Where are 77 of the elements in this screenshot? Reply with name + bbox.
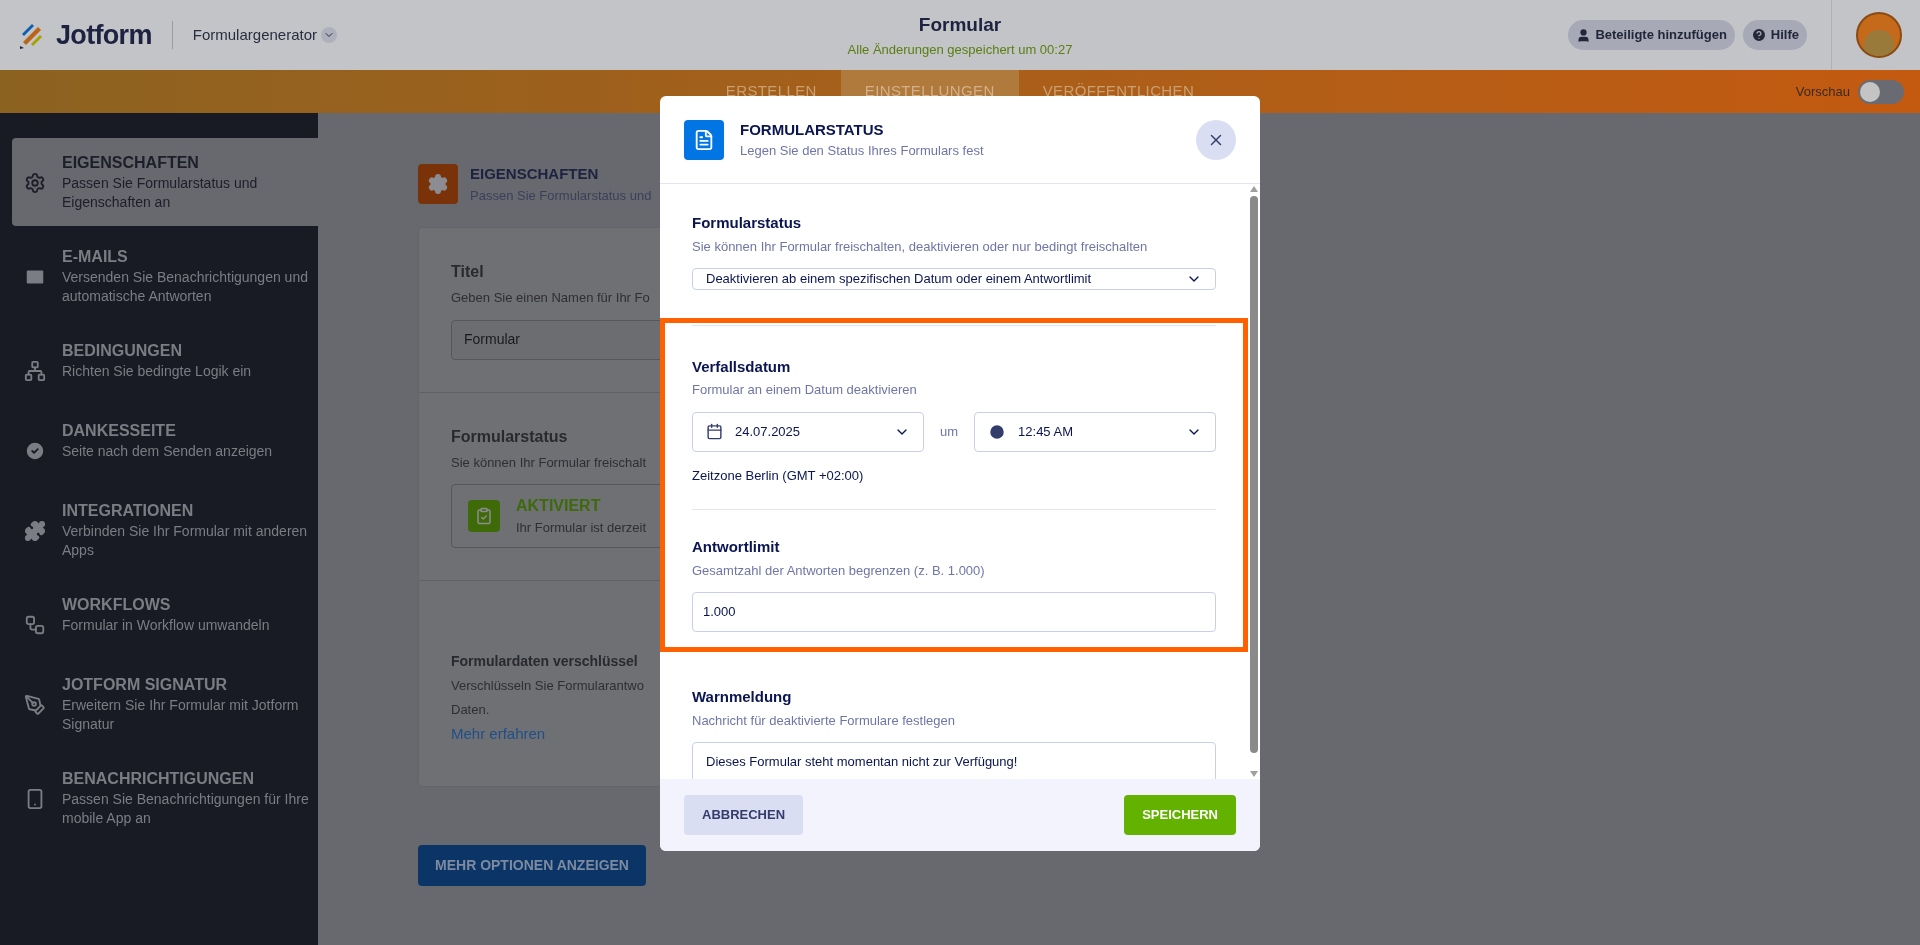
section-title: EIGENSCHAFTEN — [470, 164, 600, 184]
field-description: Daten. — [451, 700, 490, 719]
connector-text: um — [939, 422, 960, 441]
status-text: Ihr Formular ist derzeit — [516, 519, 647, 538]
document-icon — [693, 128, 715, 151]
form-check-icon — [468, 500, 500, 532]
field-description: Verschlüsseln Sie Formularantwo — [451, 677, 644, 695]
field-description: Gesamtzahl der Antworten begrenzen (z. B. 1.000) — [692, 561, 985, 580]
field-description: Sie können Ihr Formular freischalt — [451, 453, 647, 472]
field-description: Nachricht für deaktivierte Formulare festlegen — [692, 711, 955, 730]
scroll-down-icon[interactable] — [1250, 771, 1258, 777]
save-button[interactable]: SPEICHERN — [1124, 795, 1236, 835]
close-button[interactable] — [1196, 119, 1236, 160]
timezone-text: Zeitzone Berlin (GMT +02:00) — [692, 466, 865, 485]
product-dropdown[interactable]: Formulargenerator — [192, 23, 337, 47]
field-description: Sie können Ihr Formular freischalten, deaktivieren oder nur bedingt freischalten — [692, 237, 1148, 256]
preview-label: Vorschau — [1795, 82, 1850, 101]
sidebar-item-title: JOTFORM SIGNATUR — [62, 675, 229, 695]
check-circle-icon — [24, 440, 46, 462]
sidebar-item[interactable]: BEDINGUNGEN Richten Sie bedingte Logik ein — [12, 326, 318, 400]
sidebar-item-title: E-MAILS — [62, 247, 129, 267]
field-label: Formularstatus — [451, 426, 568, 447]
form-title: Formular — [918, 13, 1002, 37]
chevron-icon — [321, 27, 337, 43]
status-label: AKTIVIERT — [516, 496, 602, 517]
hierarchy-icon — [24, 360, 46, 382]
pen-icon — [24, 694, 46, 716]
sidebar-item-description: Richten Sie bedingte Logik ein — [62, 362, 252, 381]
sidebar-item-title: BEDINGUNGEN — [62, 341, 183, 361]
time-picker[interactable]: 12:45 AM — [974, 411, 1216, 452]
help-button[interactable]: Hilfe — [1742, 20, 1807, 50]
field-description: Geben Sie einen Namen für Ihr Fo — [451, 289, 650, 307]
date-picker[interactable]: 24.07.2025 — [692, 411, 924, 452]
help-icon — [1750, 27, 1767, 43]
scroll-up-icon[interactable] — [1250, 186, 1258, 192]
sidebar-item[interactable]: BENACHRICHTIGUNGEN Passen Sie Benachrichtigungen für Ihre mobile App an — [12, 754, 318, 842]
sidebar-item-title: DANKESSEITE — [62, 421, 177, 441]
gear-icon — [24, 172, 46, 194]
sidebar-item-description: Seite nach dem Senden anzeigen — [62, 442, 273, 461]
sidebar-item-title: INTEGRATIONEN — [62, 501, 195, 521]
limit-field[interactable]: 1.000 — [692, 592, 1216, 632]
share-button[interactable]: Beteiligte hinzufügen — [1568, 20, 1735, 50]
field-description: Formular an einem Datum deaktivieren — [692, 381, 917, 399]
calendar-icon — [706, 423, 723, 440]
more-options-button[interactable]: MEHR OPTIONEN ANZEIGEN — [418, 844, 646, 886]
sidebar-item[interactable]: DANKESSEITE Seite nach dem Senden anzeigen — [12, 406, 318, 480]
preview-toggle[interactable] — [1858, 79, 1904, 104]
sidebar-item-title: BENACHRICHTIGUNGEN — [62, 769, 255, 789]
sidebar-item[interactable]: EIGENSCHAFTEN Passen Sie Formularstatus und Eigenschaften an — [12, 138, 318, 226]
sidebar-item-description: Passen Sie Benachrichtigungen für Ihre mobile App an — [62, 790, 310, 828]
sidebar-item-title: EIGENSCHAFTEN — [62, 153, 200, 173]
sidebar-item[interactable]: JOTFORM SIGNATUR Erweitern Sie Ihr Formular mit Jotform Signatur — [12, 660, 318, 748]
modal-subtitle: Legen Sie den Status Ihres Formulars fest — [740, 142, 985, 160]
user-icon — [1576, 27, 1592, 43]
save-status: Alle Änderungen gespeichert um 00:27 — [847, 40, 1073, 59]
sidebar-item-description: Passen Sie Formularstatus und Eigenschaften an — [62, 174, 259, 212]
status-dropdown[interactable]: Deaktivieren ab einem spezifischen Datum oder einem Antwortlimit — [692, 268, 1216, 290]
sidebar-item-description: Verbinden Sie Ihr Formular mit anderen Apps — [62, 522, 309, 560]
avatar[interactable] — [1856, 12, 1902, 58]
field-label: Formularstatus — [692, 213, 802, 233]
field-label: Warnmeldung — [692, 687, 792, 707]
sidebar-item-description: Erweitern Sie Ihr Formular mit Jotform Signatur — [62, 696, 300, 734]
workflow-icon — [24, 614, 46, 636]
sidebar-item-title: WORKFLOWS — [62, 595, 172, 615]
modal-title: FORMULARSTATUS — [740, 119, 885, 140]
logo-text: Jotform — [56, 18, 152, 52]
field-label: Formulardaten verschlüssel — [451, 652, 638, 671]
sidebar-item[interactable]: E-MAILS Versenden Sie Benachrichtigungen und automatische Antworten — [12, 232, 318, 320]
puzzle-icon — [24, 520, 46, 542]
gear-icon — [427, 173, 449, 195]
sidebar-item[interactable]: INTEGRATIONEN Verbinden Sie Ihr Formular mit anderen Apps — [12, 486, 318, 574]
cancel-button[interactable]: ABBRECHEN — [684, 795, 804, 835]
field-label: Titel — [451, 262, 484, 282]
scrollbar[interactable] — [1248, 184, 1260, 779]
sidebar-item-description: Formular in Workflow umwandeln — [62, 616, 270, 635]
sidebar-item[interactable]: WORKFLOWS Formular in Workflow umwandeln — [12, 580, 318, 654]
sidebar-item-description: Versenden Sie Benachrichtigungen und automatische Antworten — [62, 268, 309, 306]
